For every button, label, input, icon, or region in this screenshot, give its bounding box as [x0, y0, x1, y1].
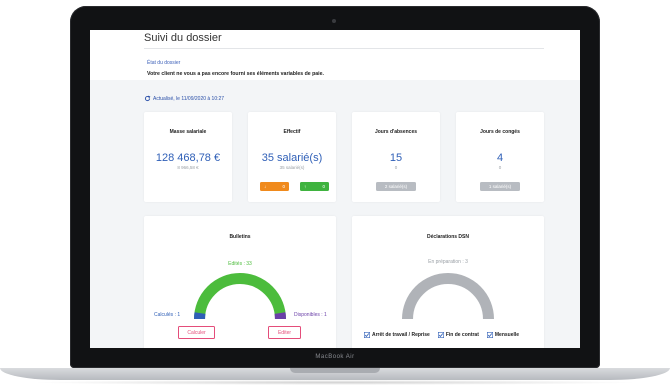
checkbox-icon: [486, 332, 493, 338]
kpi-card-absences[interactable]: Jours d'absences 15 0 2 salarié(s): [352, 112, 440, 202]
laptop-mockup: Suivi du dossier État du dossier Votre c…: [0, 0, 670, 387]
kpi-sub: 8 966,58 €: [177, 165, 199, 170]
kpi-card-masse-salariale[interactable]: Masse salariale 128 468,78 € 8 966,58 €: [144, 112, 232, 202]
kpi-value: 35 salarié(s): [261, 152, 323, 164]
kpi-title: Jours de congés: [480, 129, 520, 135]
status-label: État du dossier: [147, 60, 181, 66]
laptop-shadow: [30, 380, 640, 385]
arrow-down-icon: ↓: [264, 184, 267, 189]
kpi-value: 4: [496, 152, 504, 164]
kpi-value: 15: [389, 152, 403, 164]
edit-button[interactable]: Editer: [268, 326, 301, 339]
checkbox-icon: [364, 332, 370, 338]
kpi-sub: 0: [498, 165, 502, 170]
checkbox-icon: [437, 332, 444, 338]
device-label: MacBook Air: [315, 354, 355, 360]
panel-title: Déclarations DSN: [427, 234, 469, 240]
refresh-link[interactable]: Actualisé, le 11/09/2020 à 10:27: [144, 95, 224, 102]
dsn-panel: Déclarations DSN En préparation : 3 Arrê…: [352, 216, 544, 348]
kpi-title: Effectif: [283, 129, 301, 135]
page-title: Suivi du dossier: [144, 32, 222, 44]
status-text: Votre client ne vous a pas encore fourni…: [147, 71, 324, 77]
kpi-sub: 35 salarié(s): [279, 165, 305, 170]
check-label: Mensuelle: [494, 332, 520, 338]
calculated-label: Calculés : 1: [154, 312, 181, 318]
bulletins-panel: Bulletins Edités : 33 Calculés : 1 Dispo…: [144, 216, 336, 348]
kpi-value: 128 468,78 €: [155, 152, 221, 164]
available-label: Disponibles : 1: [294, 312, 327, 318]
panel-title: Bulletins: [229, 234, 251, 240]
leavers-count: 0: [282, 184, 285, 189]
employee-count-pill[interactable]: 1 salarié(s): [480, 182, 520, 191]
kpi-card-effectif[interactable]: Effectif 35 salarié(s) 35 salarié(s) ↓ 0…: [248, 112, 336, 202]
arrow-up-icon: ↑: [304, 184, 307, 189]
app-screen: Suivi du dossier État du dossier Votre c…: [90, 30, 580, 348]
kpi-sub: 0: [394, 165, 398, 170]
kpi-title: Masse salariale: [169, 129, 207, 135]
calculate-button[interactable]: Calculer: [178, 326, 215, 339]
check-label: Fin de contrat: [445, 332, 479, 338]
title-divider: [144, 48, 544, 49]
employee-count-pill[interactable]: 2 salarié(s): [376, 182, 416, 191]
preparing-label: En préparation : 3: [428, 259, 468, 265]
check-label: Arrêt de travail / Reprise: [372, 332, 430, 338]
check-arret-travail[interactable]: Arrêt de travail / Reprise: [364, 332, 430, 338]
refresh-text: Actualisé, le 11/09/2020 à 10:27: [153, 95, 225, 102]
dsn-type-checks: Arrêt de travail / Reprise Fin de contra…: [364, 332, 519, 338]
bulletins-gauge: [194, 273, 286, 320]
leavers-button[interactable]: ↓ 0: [260, 182, 289, 191]
joiners-count: 0: [322, 184, 325, 189]
kpi-card-conges[interactable]: Jours de congés 4 0 1 salarié(s): [456, 112, 544, 202]
laptop-notch: [290, 368, 380, 373]
edited-label: Edités : 33: [228, 261, 252, 267]
kpi-title: Jours d'absences: [374, 129, 418, 135]
camera-icon: [332, 19, 336, 23]
dsn-gauge: [402, 273, 494, 320]
joiners-button[interactable]: ↑ 0: [300, 182, 329, 191]
refresh-icon: [144, 95, 151, 102]
check-fin-contrat[interactable]: Fin de contrat: [437, 332, 479, 338]
check-mensuelle[interactable]: Mensuelle: [486, 332, 520, 338]
